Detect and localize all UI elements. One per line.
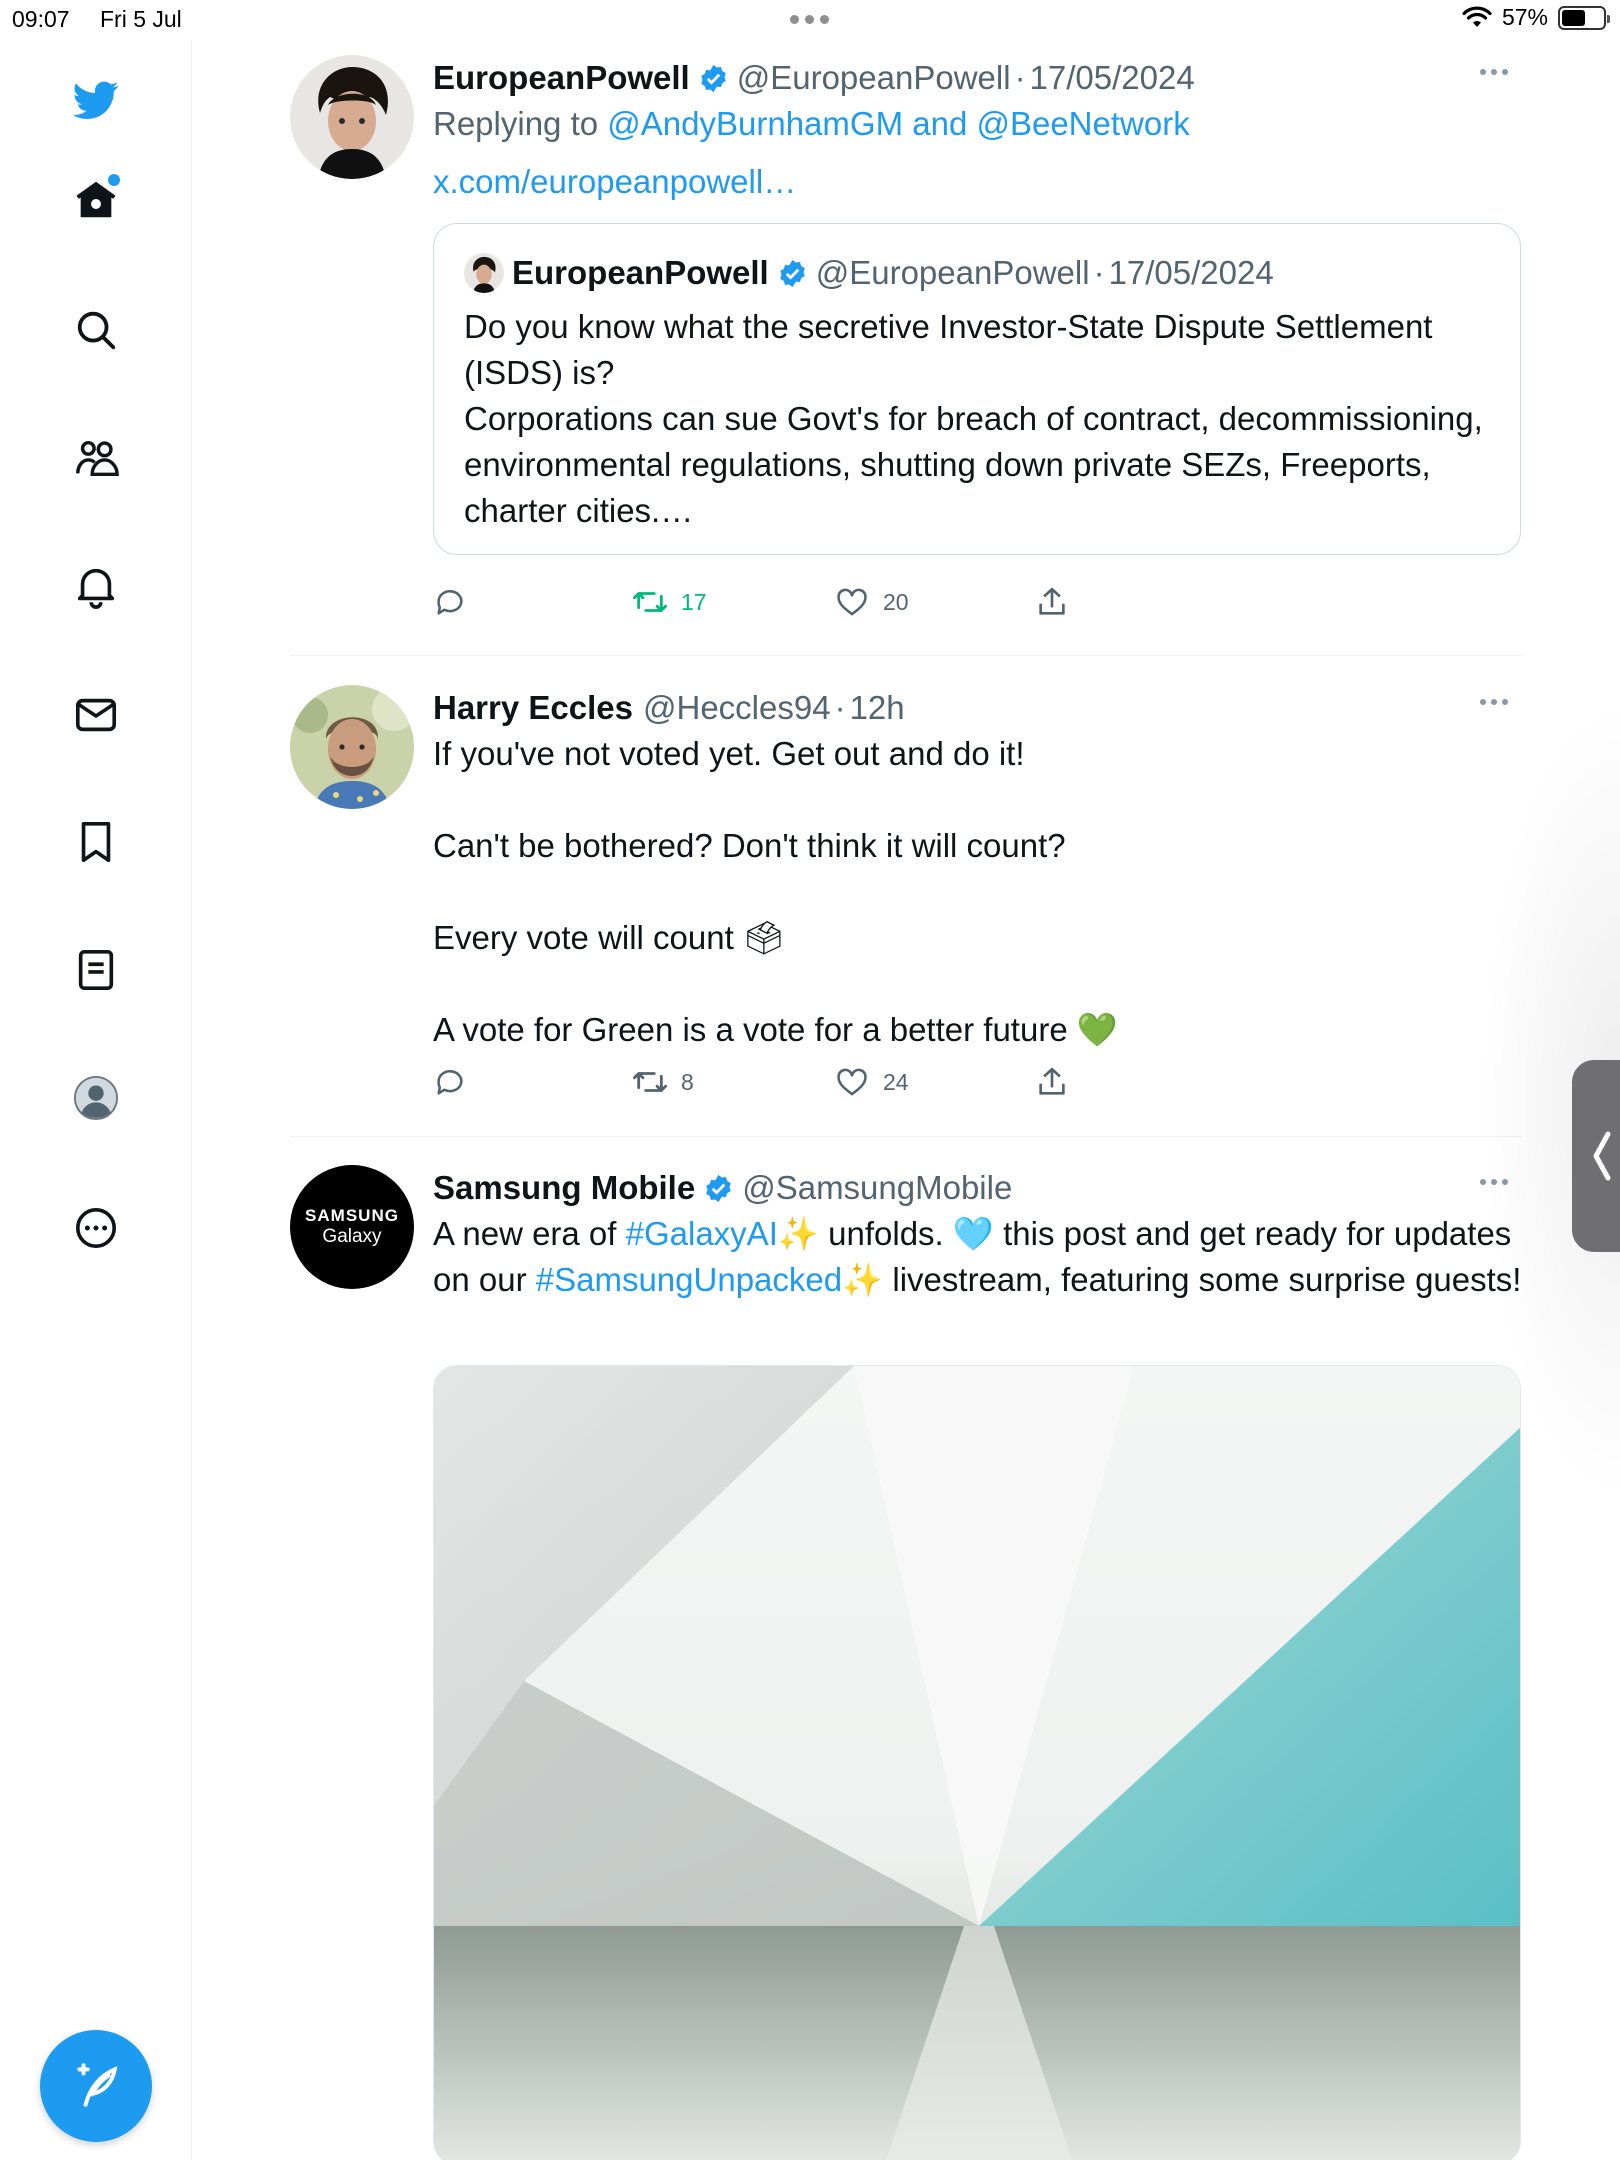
avatar[interactable]: [290, 685, 414, 809]
bookmarks-icon[interactable]: [66, 812, 126, 872]
reply-icon: [437, 590, 463, 615]
reply-icon: [437, 1070, 463, 1095]
reply-button[interactable]: [433, 585, 467, 619]
reply-user-link[interactable]: @AndyBurnhamGM: [607, 105, 903, 142]
hashtag-link[interactable]: #GalaxyAI: [626, 1215, 778, 1252]
quoted-tweet[interactable]: EuropeanPowell @EuropeanPowell · 17/05/2…: [433, 223, 1521, 555]
retweet-icon: [633, 592, 667, 612]
retweet-count: 17: [681, 588, 707, 615]
compose-feather-icon: [77, 2063, 118, 2107]
retweet-icon: [633, 1072, 667, 1092]
share-button[interactable]: [1035, 1065, 1069, 1099]
reply-user-link[interactable]: @BeeNetwork: [976, 105, 1189, 142]
tweet-media-image[interactable]: [433, 1365, 1521, 2160]
separator: ·: [1014, 59, 1026, 96]
tweet-text-line: Every vote will count 🗳: [433, 919, 785, 956]
author-name[interactable]: Harry Eccles: [433, 685, 633, 731]
retweet-count: 8: [681, 1068, 694, 1095]
retweet-button[interactable]: 8: [633, 1065, 694, 1099]
battery-icon: [1558, 5, 1610, 30]
tweet-text-line: Can't be bothered? Don't think it will c…: [433, 827, 1066, 864]
multitasking-indicator[interactable]: [786, 10, 832, 28]
lists-icon[interactable]: [66, 940, 126, 1000]
quoted-author-name: EuropeanPowell: [512, 254, 769, 291]
author-handle[interactable]: @Heccles94: [643, 685, 831, 731]
author-name[interactable]: Samsung Mobile: [433, 1165, 695, 1211]
author-handle[interactable]: @SamsungMobile: [742, 1165, 1012, 1211]
messages-icon[interactable]: [66, 685, 126, 745]
status-right: 57%: [1462, 4, 1610, 31]
verified-badge-icon: [706, 1174, 731, 1202]
sidebar: [0, 40, 192, 2160]
reply-button[interactable]: [433, 1065, 467, 1099]
home-notification-dot: [108, 174, 120, 186]
tweet-text-part: ✨ livestream, featuring some surprise gu…: [842, 1261, 1522, 1298]
share-icon: [1039, 1067, 1065, 1095]
more-options-icon[interactable]: [66, 1198, 126, 1258]
communities-icon[interactable]: [66, 428, 126, 488]
tweet-text: A new era of #GalaxyAI✨ unfolds. 🩵 this …: [433, 1211, 1523, 1303]
like-count: 20: [883, 588, 909, 615]
avatar-brand-subtext: Galaxy: [322, 1226, 382, 1247]
chevron-left-icon: [1593, 1131, 1611, 1181]
tweet-header: Samsung Mobile @SamsungMobile: [433, 1165, 1522, 1211]
heart-icon: [837, 588, 867, 616]
tweet-more-button[interactable]: [1480, 69, 1508, 75]
separator: ·: [1093, 254, 1105, 291]
tweet-url-link[interactable]: x.com/europeanpowell…: [433, 159, 1522, 205]
tweet-text-part: A new era of: [433, 1215, 626, 1252]
status-time: 09:07: [12, 6, 70, 32]
like-count: 24: [883, 1068, 909, 1095]
twitter-logo-icon[interactable]: [66, 70, 126, 130]
tweet-time[interactable]: 12h: [850, 685, 905, 731]
tweet-text-line: If you've not voted yet. Get out and do …: [433, 735, 1025, 772]
verified-badge-icon: [700, 64, 726, 92]
profile-avatar-icon[interactable]: [66, 1068, 126, 1128]
avatar[interactable]: SAMSUNG Galaxy: [290, 1165, 414, 1289]
verified-badge-icon: [779, 259, 805, 287]
separator: ·: [834, 689, 846, 726]
heart-icon: [837, 1068, 867, 1096]
avatar[interactable]: [290, 55, 414, 179]
tweet-text-line: A vote for Green is a vote for a better …: [433, 1011, 1118, 1048]
wifi-icon: [1462, 6, 1492, 27]
tweet-header: EuropeanPowell @EuropeanPowell · 17/05/2…: [433, 55, 1522, 101]
like-button[interactable]: 20: [835, 585, 909, 619]
reply-and: and: [912, 105, 968, 142]
quoted-author-handle: @EuropeanPowell: [815, 254, 1090, 291]
status-date: Fri 5 Jul: [100, 6, 182, 32]
tweet-date[interactable]: 17/05/2024: [1030, 55, 1195, 101]
author-handle[interactable]: @EuropeanPowell: [737, 55, 1011, 101]
quoted-avatar: [464, 253, 504, 293]
quoted-tweet-text: Do you know what the secretive Investor-…: [464, 308, 1483, 529]
avatar-brand-text: SAMSUNG: [305, 1206, 399, 1225]
home-icon[interactable]: [66, 170, 126, 230]
slide-over-handle[interactable]: [1572, 1060, 1620, 1252]
retweet-button[interactable]: 17: [633, 585, 707, 619]
hashtag-link[interactable]: #SamsungUnpacked: [536, 1261, 842, 1298]
share-button[interactable]: [1035, 585, 1069, 619]
replying-to-label: Replying to: [433, 105, 599, 142]
quoted-tweet-date: 17/05/2024: [1108, 254, 1274, 291]
compose-tweet-button[interactable]: [40, 2030, 152, 2142]
like-button[interactable]: 24: [835, 1065, 909, 1099]
notifications-bell-icon[interactable]: [66, 556, 126, 616]
tweet-divider: [290, 655, 1522, 656]
share-icon: [1039, 587, 1065, 615]
tweet-divider: [290, 1136, 1522, 1137]
battery-percent: 57%: [1501, 4, 1548, 30]
replying-to: Replying to @AndyBurnhamGM and @BeeNetwo…: [433, 101, 1522, 147]
tweet-header: Harry Eccles @Heccles94 · 12h: [433, 685, 1522, 731]
author-name[interactable]: EuropeanPowell: [433, 55, 690, 101]
quoted-tweet-header: EuropeanPowell @EuropeanPowell · 17/05/2…: [464, 250, 1490, 296]
search-icon[interactable]: [66, 300, 126, 360]
